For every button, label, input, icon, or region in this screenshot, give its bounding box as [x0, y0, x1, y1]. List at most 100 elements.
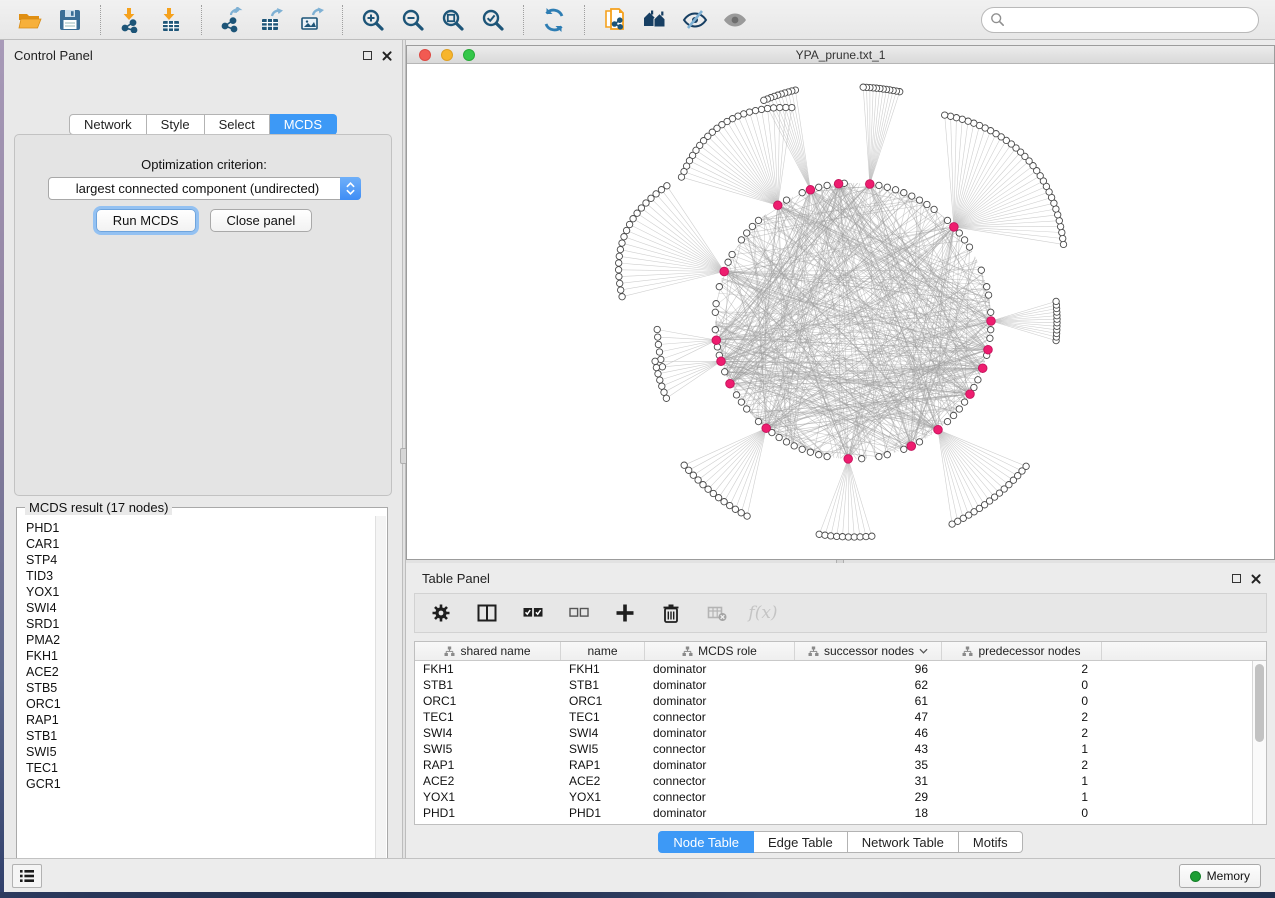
import-network-icon[interactable] — [111, 3, 151, 37]
cell-MCDS-role: connector — [645, 710, 795, 724]
cell-successor-nodes: 62 — [795, 678, 942, 692]
add-icon[interactable] — [613, 601, 637, 625]
mcds-result-item[interactable]: SWI5 — [26, 744, 375, 760]
table-row[interactable]: TEC1TEC1connector472 — [415, 709, 1266, 725]
tab-edge-table[interactable]: Edge Table — [754, 831, 848, 853]
run-mcds-button[interactable]: Run MCDS — [96, 209, 196, 232]
share-document-icon[interactable] — [595, 3, 635, 37]
cell-name: YOX1 — [561, 790, 645, 804]
cell-predecessor-nodes: 0 — [942, 806, 1102, 820]
column-header-successor-nodes[interactable]: successor nodes — [795, 642, 942, 660]
mcds-result-item[interactable]: STP4 — [26, 552, 375, 568]
column-header-name[interactable]: name — [561, 642, 645, 660]
mcds-result-item[interactable]: TID3 — [26, 568, 375, 584]
scrollbar-thumb[interactable] — [1255, 664, 1264, 742]
column-header-predecessor-nodes[interactable]: predecessor nodes — [942, 642, 1102, 660]
tab-select[interactable]: Select — [205, 114, 270, 135]
cell-MCDS-role: dominator — [645, 726, 795, 740]
attribute-icon — [444, 646, 455, 657]
close-panel-icon[interactable] — [381, 50, 392, 61]
tab-node-table[interactable]: Node Table — [658, 831, 754, 853]
column-header-MCDS-role[interactable]: MCDS role — [645, 642, 795, 660]
search-input[interactable] — [1005, 10, 1258, 30]
table-scrollbar[interactable] — [1252, 661, 1266, 824]
cell-name: RAP1 — [561, 758, 645, 772]
cell-successor-nodes: 18 — [795, 806, 942, 820]
mcds-result-item[interactable]: RAP1 — [26, 712, 375, 728]
table-row[interactable]: STB1STB1dominator620 — [415, 677, 1266, 693]
float-window-icon[interactable] — [1232, 574, 1241, 583]
memory-button[interactable]: Memory — [1179, 864, 1261, 888]
trash-icon[interactable] — [659, 601, 683, 625]
cell-shared-name: ACE2 — [415, 774, 561, 788]
mcds-result-list[interactable]: PHD1CAR1STP4TID3YOX1SWI4SRD1PMA2FKH1ACE2… — [18, 516, 375, 876]
mcds-result-item[interactable]: YOX1 — [26, 584, 375, 600]
gear-icon[interactable] — [429, 601, 453, 625]
mcds-result-item[interactable]: ORC1 — [26, 696, 375, 712]
close-panel-icon[interactable] — [1250, 573, 1261, 584]
mcds-result-item[interactable]: PMA2 — [26, 632, 375, 648]
cell-shared-name: ORC1 — [415, 694, 561, 708]
houses-icon[interactable] — [635, 3, 675, 37]
table-row[interactable]: SWI4SWI4dominator462 — [415, 725, 1266, 741]
mcds-result-item[interactable]: PHD1 — [26, 520, 375, 536]
mcds-result-item[interactable]: STB1 — [26, 728, 375, 744]
mcds-result-item[interactable]: FKH1 — [26, 648, 375, 664]
table-row[interactable]: SWI5SWI5connector431 — [415, 741, 1266, 757]
export-table-icon[interactable] — [252, 3, 292, 37]
tab-motifs[interactable]: Motifs — [959, 831, 1023, 853]
eye-slash-icon[interactable] — [675, 3, 715, 37]
zoom-in-icon[interactable] — [353, 3, 393, 37]
float-window-icon[interactable] — [363, 51, 372, 60]
network-window-title: YPA_prune.txt_1 — [407, 48, 1274, 62]
mcds-result-item[interactable]: SRD1 — [26, 616, 375, 632]
cell-name: SWI4 — [561, 726, 645, 740]
table-toolbar: f(x) — [414, 593, 1267, 633]
export-image-icon[interactable] — [292, 3, 332, 37]
tab-mcds[interactable]: MCDS — [270, 114, 337, 135]
mcds-result-item[interactable]: CAR1 — [26, 536, 375, 552]
search-box[interactable] — [981, 7, 1259, 33]
tab-style[interactable]: Style — [147, 114, 205, 135]
save-icon[interactable] — [50, 3, 90, 37]
zoom-selected-icon[interactable] — [473, 3, 513, 37]
table-row[interactable]: ACE2ACE2connector311 — [415, 773, 1266, 789]
function-builder-icon[interactable]: f(x) — [751, 601, 775, 625]
mcds-result-item[interactable]: TEC1 — [26, 760, 375, 776]
mcds-result-scrollbar[interactable] — [375, 516, 386, 876]
cell-predecessor-nodes: 1 — [942, 790, 1102, 804]
deselect-all-icon[interactable] — [567, 601, 591, 625]
select-all-icon[interactable] — [521, 601, 545, 625]
task-history-button[interactable] — [12, 864, 42, 888]
close-panel-button[interactable]: Close panel — [210, 209, 313, 232]
optimization-criterion-select[interactable]: largest connected component (undirected) — [48, 177, 361, 200]
mcds-result-item[interactable]: ACE2 — [26, 664, 375, 680]
network-window-titlebar[interactable]: YPA_prune.txt_1 — [407, 46, 1274, 64]
tab-network[interactable]: Network — [69, 114, 147, 135]
eye-icon[interactable] — [715, 3, 755, 37]
network-canvas[interactable] — [407, 64, 1274, 559]
mcds-result-item[interactable]: STB5 — [26, 680, 375, 696]
mcds-result-item[interactable]: SWI4 — [26, 600, 375, 616]
open-folder-icon[interactable] — [10, 3, 50, 37]
import-table-icon[interactable] — [151, 3, 191, 37]
table-row[interactable]: FKH1FKH1dominator962 — [415, 661, 1266, 677]
mcds-result-item[interactable]: GCR1 — [26, 776, 375, 792]
mcds-panel: Optimization criterion: largest connecte… — [14, 134, 392, 496]
delete-table-icon[interactable] — [705, 601, 729, 625]
columns-icon[interactable] — [475, 601, 499, 625]
zoom-fit-icon[interactable] — [433, 3, 473, 37]
cell-MCDS-role: connector — [645, 774, 795, 788]
zoom-out-icon[interactable] — [393, 3, 433, 37]
table-row[interactable]: ORC1ORC1dominator610 — [415, 693, 1266, 709]
export-network-icon[interactable] — [212, 3, 252, 37]
table-row[interactable]: PHD1PHD1dominator180 — [415, 805, 1266, 821]
tab-network-table[interactable]: Network Table — [848, 831, 959, 853]
cell-successor-nodes: 31 — [795, 774, 942, 788]
table-row[interactable]: RAP1RAP1dominator352 — [415, 757, 1266, 773]
refresh-icon[interactable] — [534, 3, 574, 37]
cell-MCDS-role: dominator — [645, 694, 795, 708]
table-row[interactable]: YOX1YOX1connector291 — [415, 789, 1266, 805]
cell-MCDS-role: dominator — [645, 806, 795, 820]
column-header-shared-name[interactable]: shared name — [415, 642, 561, 660]
